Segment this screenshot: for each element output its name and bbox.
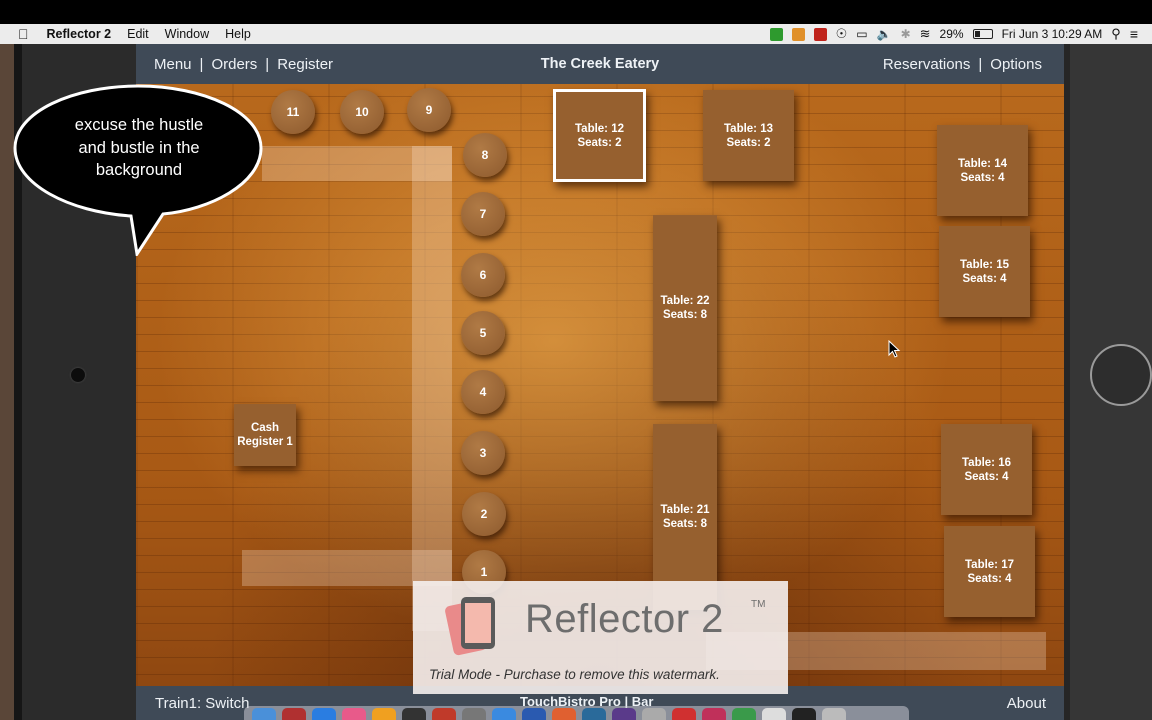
table-label: Table: 14 xyxy=(958,157,1007,170)
bar-seat[interactable]: 5 xyxy=(461,311,505,355)
table-seats: Seats: 2 xyxy=(577,136,622,149)
table-seats: Seats: 2 xyxy=(726,136,771,149)
chrome-icon[interactable] xyxy=(672,708,696,720)
table-label: Table: 15 xyxy=(960,258,1009,271)
app-icon[interactable] xyxy=(402,708,426,720)
about-button[interactable]: About xyxy=(1007,695,1046,712)
app-icon[interactable] xyxy=(702,708,726,720)
speech-bubble-text: excuse the hustle and bustle in the back… xyxy=(13,114,265,182)
app-icon[interactable] xyxy=(372,708,396,720)
menu-app-name[interactable]: Reflector 2 xyxy=(39,24,120,44)
watermark-title: Reflector 2 xyxy=(525,597,724,641)
app-icon[interactable] xyxy=(522,708,546,720)
app-icon[interactable] xyxy=(642,708,666,720)
menu-help[interactable]: Help xyxy=(217,24,259,44)
bubble-line: background xyxy=(95,161,183,179)
notification-center-icon[interactable]: ≡ xyxy=(1130,26,1138,42)
status-app-icon[interactable] xyxy=(791,27,805,41)
table-label: Table: 13 xyxy=(724,122,773,135)
app-top-bar: Menu | Orders | Register The Creek Eater… xyxy=(136,44,1064,84)
nav-options[interactable]: Options xyxy=(990,56,1042,73)
trademark-mark: TM xyxy=(751,599,766,610)
itunes-icon[interactable] xyxy=(342,708,366,720)
bar-seat[interactable]: 11 xyxy=(271,90,315,134)
clock[interactable]: Fri Jun 3 10:29 AM xyxy=(1002,27,1103,41)
battery-percent: 29% xyxy=(939,27,964,41)
status-app-icon[interactable] xyxy=(813,27,827,41)
mouse-cursor-icon xyxy=(888,340,901,358)
table-label: Table: 17 xyxy=(965,558,1014,571)
table-13[interactable]: Table: 13 Seats: 2 xyxy=(703,90,794,181)
trash-icon[interactable] xyxy=(822,708,846,720)
document-icon[interactable] xyxy=(762,708,786,720)
table-label: Table: 22 xyxy=(660,295,710,307)
table-15[interactable]: Table: 15 Seats: 4 xyxy=(939,226,1030,317)
bar-seat[interactable]: 2 xyxy=(462,492,506,536)
table-16[interactable]: Table: 16 Seats: 4 xyxy=(941,424,1032,515)
finder-icon[interactable] xyxy=(252,708,276,720)
nav-separator: | xyxy=(978,56,983,73)
apple-icon[interactable]:  xyxy=(0,24,39,44)
ipad-screen: 11 10 9 8 7 6 5 4 3 2 1 Table: 12 Seats:… xyxy=(136,44,1064,720)
reflector-watermark: Reflector 2 TM Trial Mode - Purchase to … xyxy=(413,581,788,694)
table-label: Table: 16 xyxy=(962,456,1011,469)
table-14[interactable]: Table: 14 Seats: 4 xyxy=(937,125,1028,216)
app-store-icon[interactable] xyxy=(492,708,516,720)
table-seats: Seats: 4 xyxy=(962,272,1007,285)
bluetooth-icon[interactable]: ✱ xyxy=(901,27,911,41)
home-button[interactable] xyxy=(1090,344,1152,406)
table-label: Table: 12 xyxy=(575,122,624,135)
app-icon[interactable] xyxy=(462,708,486,720)
mac-menu-bar:  Reflector 2 Edit Window Help ☉ ▭ 🔈 ✱ ≋… xyxy=(0,24,1152,44)
bar-seat[interactable]: 9 xyxy=(407,88,451,132)
photos-icon[interactable] xyxy=(552,708,576,720)
nav-reservations[interactable]: Reservations xyxy=(883,56,971,73)
table-12[interactable]: Table: 12 Seats: 2 xyxy=(553,89,646,182)
menu-edit[interactable]: Edit xyxy=(119,24,157,44)
switch-user-button[interactable]: Train1: Switch xyxy=(155,695,249,712)
screen-recording:  Reflector 2 Edit Window Help ☉ ▭ 🔈 ✱ ≋… xyxy=(0,0,1152,720)
app-icon[interactable] xyxy=(732,708,756,720)
bar-seat[interactable]: 3 xyxy=(461,431,505,475)
airplay-icon[interactable]: ▭ xyxy=(856,27,867,41)
cash-register[interactable]: Cash Register 1 xyxy=(234,404,296,466)
register-label: Register 1 xyxy=(237,436,293,448)
battery-icon[interactable] xyxy=(972,29,993,39)
bubble-line: excuse the hustle xyxy=(74,116,204,134)
wifi-icon[interactable]: ≋ xyxy=(920,26,931,42)
app-icon[interactable] xyxy=(612,708,636,720)
watermark-trial-text: Trial Mode - Purchase to remove this wat… xyxy=(429,667,720,682)
bar-seat[interactable]: 10 xyxy=(340,90,384,134)
status-app-icon[interactable] xyxy=(769,27,783,41)
volume-icon[interactable]: 🔈 xyxy=(877,27,892,41)
mac-dock xyxy=(244,706,909,720)
spotlight-icon[interactable]: ⚲ xyxy=(1111,26,1121,42)
app-icon[interactable] xyxy=(582,708,606,720)
bar-seat[interactable]: 4 xyxy=(461,370,505,414)
safari-icon[interactable] xyxy=(312,708,336,720)
status-area: ☉ ▭ 🔈 ✱ ≋ 29% Fri Jun 3 10:29 AM ⚲ ≡ xyxy=(769,24,1138,44)
table-seats: Seats: 8 xyxy=(662,309,708,321)
creative-cloud-icon[interactable]: ☉ xyxy=(836,26,848,42)
reflector-logo-icon xyxy=(445,597,495,656)
app-icon[interactable] xyxy=(282,708,306,720)
bar-seat[interactable]: 6 xyxy=(461,253,505,297)
register-label: Cash xyxy=(250,422,280,434)
table-seats: Seats: 4 xyxy=(967,572,1012,585)
camera-icon xyxy=(71,368,85,382)
bar-seat[interactable]: 7 xyxy=(461,192,505,236)
bubble-line: and bustle in the xyxy=(78,138,200,157)
bar-seat[interactable]: 8 xyxy=(463,133,507,177)
table-seats: Seats: 4 xyxy=(964,470,1009,483)
table-seats: Seats: 8 xyxy=(662,518,708,530)
table-label: Table: 21 xyxy=(660,504,710,516)
app-icon[interactable] xyxy=(432,708,456,720)
table-seats: Seats: 4 xyxy=(960,171,1005,184)
table-22[interactable]: Table: 22 Seats: 8 xyxy=(653,215,717,401)
menu-window[interactable]: Window xyxy=(157,24,217,44)
table-17[interactable]: Table: 17 Seats: 4 xyxy=(944,526,1035,617)
app-icon[interactable] xyxy=(792,708,816,720)
